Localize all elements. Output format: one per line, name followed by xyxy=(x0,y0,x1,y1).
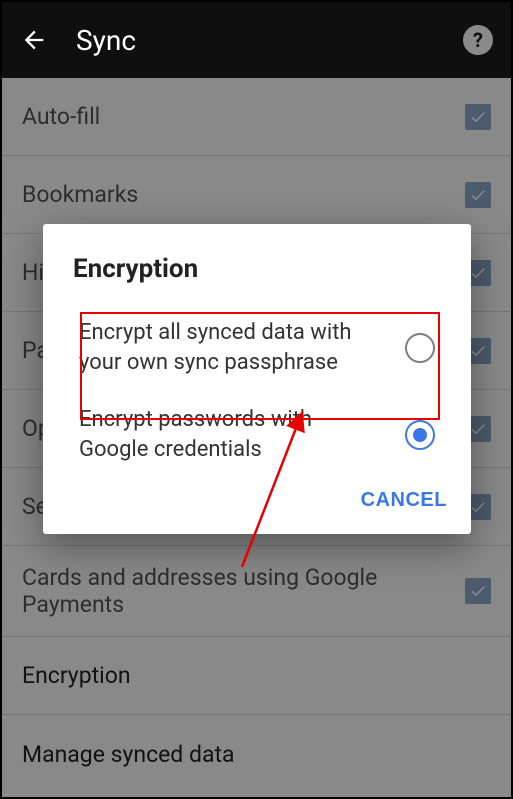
radio-icon[interactable] xyxy=(405,333,435,363)
cancel-button[interactable]: CANCEL xyxy=(361,489,447,512)
option-google-credentials[interactable]: Encrypt passwords with Google credential… xyxy=(61,391,453,478)
page-title: Sync xyxy=(76,24,136,57)
back-icon[interactable] xyxy=(20,26,48,54)
option-label: Encrypt passwords with Google credential… xyxy=(79,405,369,464)
option-label: Encrypt all synced data with your own sy… xyxy=(79,318,369,377)
option-own-passphrase[interactable]: Encrypt all synced data with your own sy… xyxy=(61,304,453,391)
radio-icon[interactable] xyxy=(405,420,435,450)
app-header: Sync ? xyxy=(2,2,511,78)
dialog-title: Encryption xyxy=(43,224,471,304)
help-icon[interactable]: ? xyxy=(463,25,493,55)
encryption-dialog: Encryption Encrypt all synced data with … xyxy=(43,224,471,534)
